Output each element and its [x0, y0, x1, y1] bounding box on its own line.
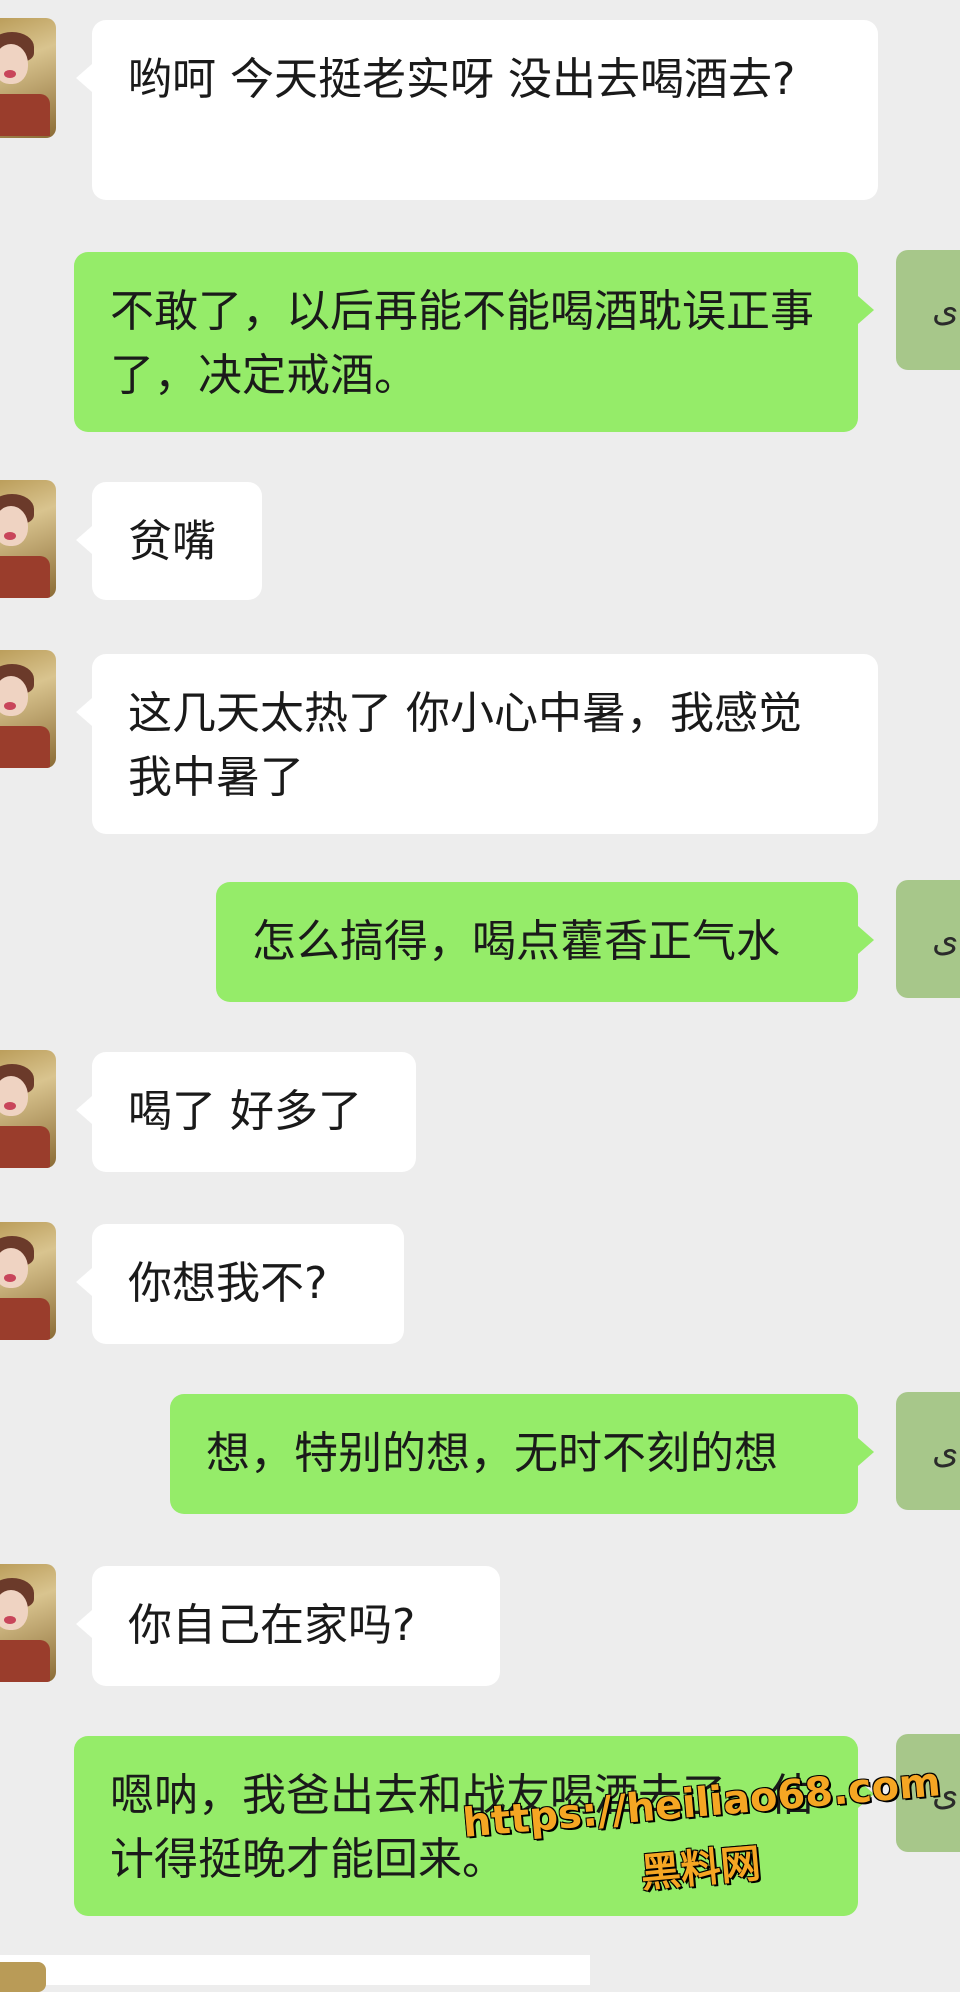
incoming-message-bubble[interactable]: 贫嘴: [76, 482, 262, 600]
message-text: 怎么搞得，喝点藿香正气水: [252, 916, 780, 967]
message-text: 想，特别的想，无时不刻的想: [206, 1428, 778, 1479]
message-text: 喝了 好多了: [128, 1086, 362, 1137]
message-text: 这几天太热了 你小心中暑，我感觉我中暑了: [128, 688, 802, 803]
self-avatar-icon[interactable]: ى: [896, 1392, 960, 1510]
contact-avatar-icon[interactable]: [0, 480, 56, 598]
self-avatar-icon[interactable]: ى: [896, 880, 960, 998]
incoming-message-bubble[interactable]: 喝了 好多了: [76, 1052, 416, 1172]
incoming-message-bubble[interactable]: 这几天太热了 你小心中暑，我感觉我中暑了: [76, 654, 878, 834]
incoming-message-bubble[interactable]: 哟呵 今天挺老实呀 没出去喝酒去?: [76, 20, 878, 200]
outgoing-message-bubble[interactable]: 怎么搞得，喝点藿香正气水: [216, 882, 874, 1002]
message-text: 不敢了，以后再能不能喝酒耽误正事了，决定戒酒。: [110, 286, 814, 401]
message-text: 你自己在家吗?: [128, 1600, 416, 1651]
contact-avatar-icon[interactable]: [0, 1222, 56, 1340]
contact-avatar-icon[interactable]: [0, 650, 56, 768]
contact-avatar-icon[interactable]: [0, 1050, 56, 1168]
incoming-message-bubble[interactable]: 你想我不?: [76, 1224, 404, 1344]
message-text: 哟呵 今天挺老实呀 没出去喝酒去?: [128, 54, 796, 105]
message-text: 你想我不?: [128, 1258, 328, 1309]
chat-message-list[interactable]: 哟呵 今天挺老实呀 没出去喝酒去? 不敢了，以后再能不能喝酒耽误正事了，决定戒酒…: [0, 0, 960, 1992]
incoming-message-bubble[interactable]: 你自己在家吗?: [76, 1566, 500, 1686]
watermark: https://heiliao68.com 黑料网: [461, 1759, 943, 1897]
partial-incoming-bubble: [0, 1955, 590, 1985]
outgoing-message-bubble[interactable]: 想，特别的想，无时不刻的想: [170, 1394, 874, 1514]
contact-avatar-icon[interactable]: [0, 1564, 56, 1682]
contact-avatar-icon[interactable]: [0, 18, 56, 138]
message-text: 贫嘴: [128, 516, 216, 567]
outgoing-message-bubble[interactable]: 不敢了，以后再能不能喝酒耽误正事了，决定戒酒。: [74, 252, 874, 432]
contact-avatar-icon[interactable]: [0, 1962, 46, 1992]
self-avatar-icon[interactable]: ى: [896, 250, 960, 370]
